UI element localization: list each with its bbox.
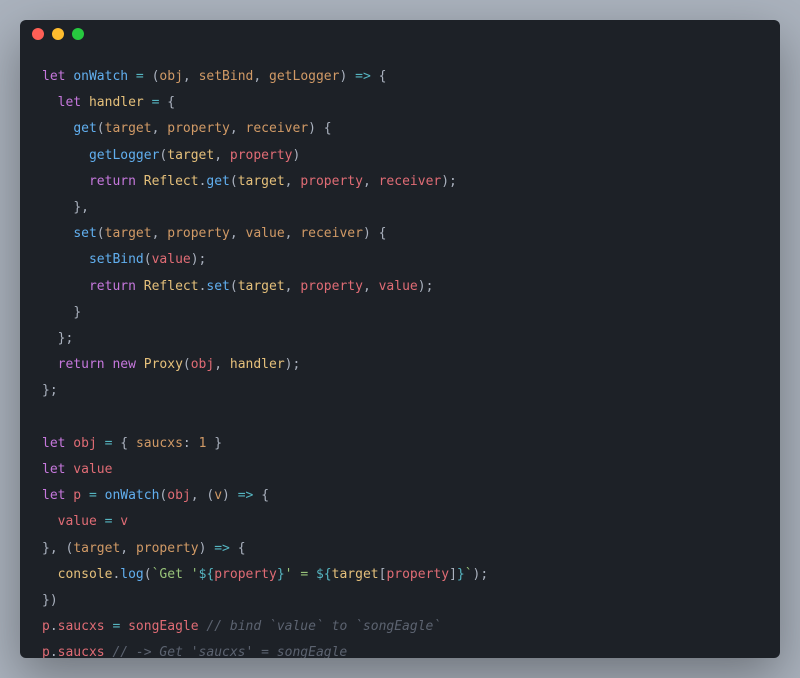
code-line: }) — [42, 588, 758, 614]
code-line: let p = onWatch(obj, (v) => { — [42, 483, 758, 509]
code-line: }; — [42, 378, 758, 404]
traffic-light-max-icon[interactable] — [72, 28, 84, 40]
code-line — [42, 405, 758, 431]
code-line: get(target, property, receiver) { — [42, 116, 758, 142]
code-line: return Reflect.set(target, property, val… — [42, 274, 758, 300]
code-line: let obj = { saucxs: 1 } — [42, 431, 758, 457]
code-window: let onWatch = (obj, setBind, getLogger) … — [20, 20, 780, 658]
code-line: console.log(`Get '${property}' = ${targe… — [42, 562, 758, 588]
traffic-light-close-icon[interactable] — [32, 28, 44, 40]
code-line: }, — [42, 195, 758, 221]
code-line: return new Proxy(obj, handler); — [42, 352, 758, 378]
traffic-light-min-icon[interactable] — [52, 28, 64, 40]
code-line: let onWatch = (obj, setBind, getLogger) … — [42, 64, 758, 90]
code-line: }, (target, property) => { — [42, 536, 758, 562]
code-line: value = v — [42, 509, 758, 535]
titlebar — [20, 20, 780, 48]
code-line: set(target, property, value, receiver) { — [42, 221, 758, 247]
code-line: setBind(value); — [42, 247, 758, 273]
code-line: let handler = { — [42, 90, 758, 116]
code-line: p.saucxs // -> Get 'saucxs' = songEagle — [42, 640, 758, 658]
code-line: let value — [42, 457, 758, 483]
code-line: } — [42, 300, 758, 326]
code-block: let onWatch = (obj, setBind, getLogger) … — [20, 48, 780, 658]
code-line: getLogger(target, property) — [42, 143, 758, 169]
code-line: p.saucxs = songEagle // bind `value` to … — [42, 614, 758, 640]
code-line: return Reflect.get(target, property, rec… — [42, 169, 758, 195]
code-line: }; — [42, 326, 758, 352]
